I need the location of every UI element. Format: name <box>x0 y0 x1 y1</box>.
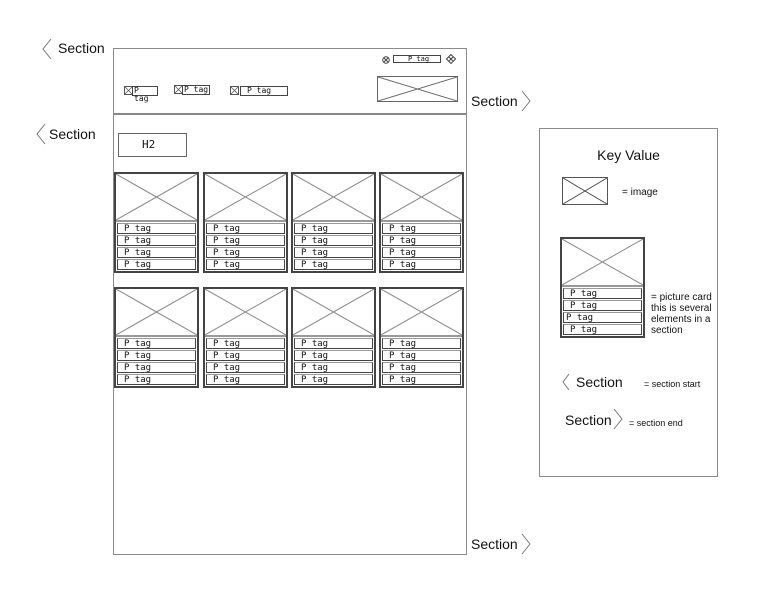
image-icon <box>230 86 239 95</box>
card-image-placeholder <box>381 174 462 222</box>
p-tag: P tag <box>294 259 373 270</box>
card-image-placeholder <box>293 174 374 222</box>
card-image-placeholder <box>116 289 197 337</box>
p-tag: P tag <box>206 235 285 246</box>
top-right-p-tag: P tag <box>393 55 441 63</box>
p-tag: P tag <box>294 223 373 234</box>
p-tag: P tag <box>117 235 196 246</box>
p-tag: P tag <box>382 362 461 373</box>
p-tag: P tag <box>206 374 285 385</box>
chevron-left-icon <box>42 38 52 60</box>
p-tag: P tag <box>117 350 196 361</box>
p-tag: P tag <box>382 247 461 258</box>
p-tag: P tag <box>206 259 285 270</box>
p-tag: P tag <box>382 350 461 361</box>
card-image-placeholder <box>293 289 374 337</box>
section-start-marker-header: Section <box>42 38 112 62</box>
h2-heading: H2 <box>118 133 187 157</box>
p-tag: P tag <box>294 235 373 246</box>
chevron-left-icon <box>36 123 46 145</box>
p-tag: P tag <box>382 338 461 349</box>
card-image-placeholder <box>116 174 197 222</box>
picture-card[interactable]: P tag P tag P tag P tag <box>291 287 376 388</box>
p-tag: P tag <box>563 300 642 311</box>
p-tag: P tag <box>294 362 373 373</box>
legend-card-sample: P tag P tag P tag P tag <box>560 237 645 338</box>
section-start-marker-main: Section <box>36 123 106 147</box>
legend-card-desc: = picture card this is several elements … <box>651 292 712 336</box>
chevron-left-icon <box>562 373 570 391</box>
legend-panel: Key Value = image P tag P tag P tag P ta… <box>539 128 718 477</box>
header-image-placeholder <box>377 76 458 102</box>
legend-section-start-desc: = section start <box>644 379 701 389</box>
p-tag: P tag <box>117 362 196 373</box>
p-tag: P tag <box>206 247 285 258</box>
p-tag: P tag <box>382 223 461 234</box>
section-end-marker-header: Section <box>471 90 541 114</box>
section-label: Section <box>49 126 96 142</box>
p-tag: P tag <box>382 374 461 385</box>
p-tag: P tag <box>117 338 196 349</box>
picture-card[interactable]: P tag P tag P tag P tag <box>114 172 199 273</box>
chevron-right-icon <box>521 90 531 112</box>
picture-card[interactable]: P tag P tag P tag P tag <box>379 172 464 273</box>
picture-card[interactable]: P tag P tag P tag P tag <box>203 287 288 388</box>
p-tag: P tag <box>294 350 373 361</box>
picture-card[interactable]: P tag P tag P tag P tag <box>379 287 464 388</box>
p-tag: P tag <box>182 85 210 95</box>
legend-section-start-label: Section <box>576 374 623 390</box>
p-tag: P tag <box>117 223 196 234</box>
section-end-marker-main: Section <box>471 533 541 557</box>
p-tag: P tag <box>117 374 196 385</box>
close-circle-icon[interactable] <box>382 56 390 64</box>
card-image-placeholder <box>205 289 286 337</box>
legend-image-sample <box>562 177 608 205</box>
chevron-right-icon <box>521 533 531 555</box>
p-tag: P tag <box>294 247 373 258</box>
p-tag: P tag <box>117 247 196 258</box>
p-tag: P tag <box>132 86 158 103</box>
section-label: Section <box>58 40 105 56</box>
legend-image-desc: = image <box>622 187 658 198</box>
p-tag: P tag <box>206 338 285 349</box>
picture-card[interactable]: P tag P tag P tag P tag <box>114 287 199 388</box>
p-tag: P tag <box>294 338 373 349</box>
p-tag: P tag <box>382 235 461 246</box>
section-label: Section <box>471 93 518 109</box>
p-tag: P tag <box>206 362 285 373</box>
p-tag: P tag <box>206 350 285 361</box>
section-label: Section <box>471 536 518 552</box>
card-image-placeholder <box>381 289 462 337</box>
p-tag: P tag <box>206 223 285 234</box>
p-tag: P tag <box>117 259 196 270</box>
picture-card[interactable]: P tag P tag P tag P tag <box>291 172 376 273</box>
p-tag: P tag <box>563 312 642 323</box>
legend-section-end-label: Section <box>565 412 612 428</box>
card-image-placeholder <box>205 174 286 222</box>
picture-card[interactable]: P tag P tag P tag P tag <box>203 172 288 273</box>
p-tag: P tag <box>294 374 373 385</box>
legend-title: Key Value <box>597 147 660 163</box>
p-tag: P tag <box>240 86 288 96</box>
legend-section-end-desc: = section end <box>629 418 683 428</box>
p-tag: P tag <box>563 288 642 299</box>
p-tag: P tag <box>563 324 642 335</box>
p-tag: P tag <box>382 259 461 270</box>
header-section: P tag P tag P tag P tag <box>113 48 467 115</box>
chevron-right-icon <box>613 408 623 430</box>
diamond-icon[interactable] <box>446 54 456 64</box>
